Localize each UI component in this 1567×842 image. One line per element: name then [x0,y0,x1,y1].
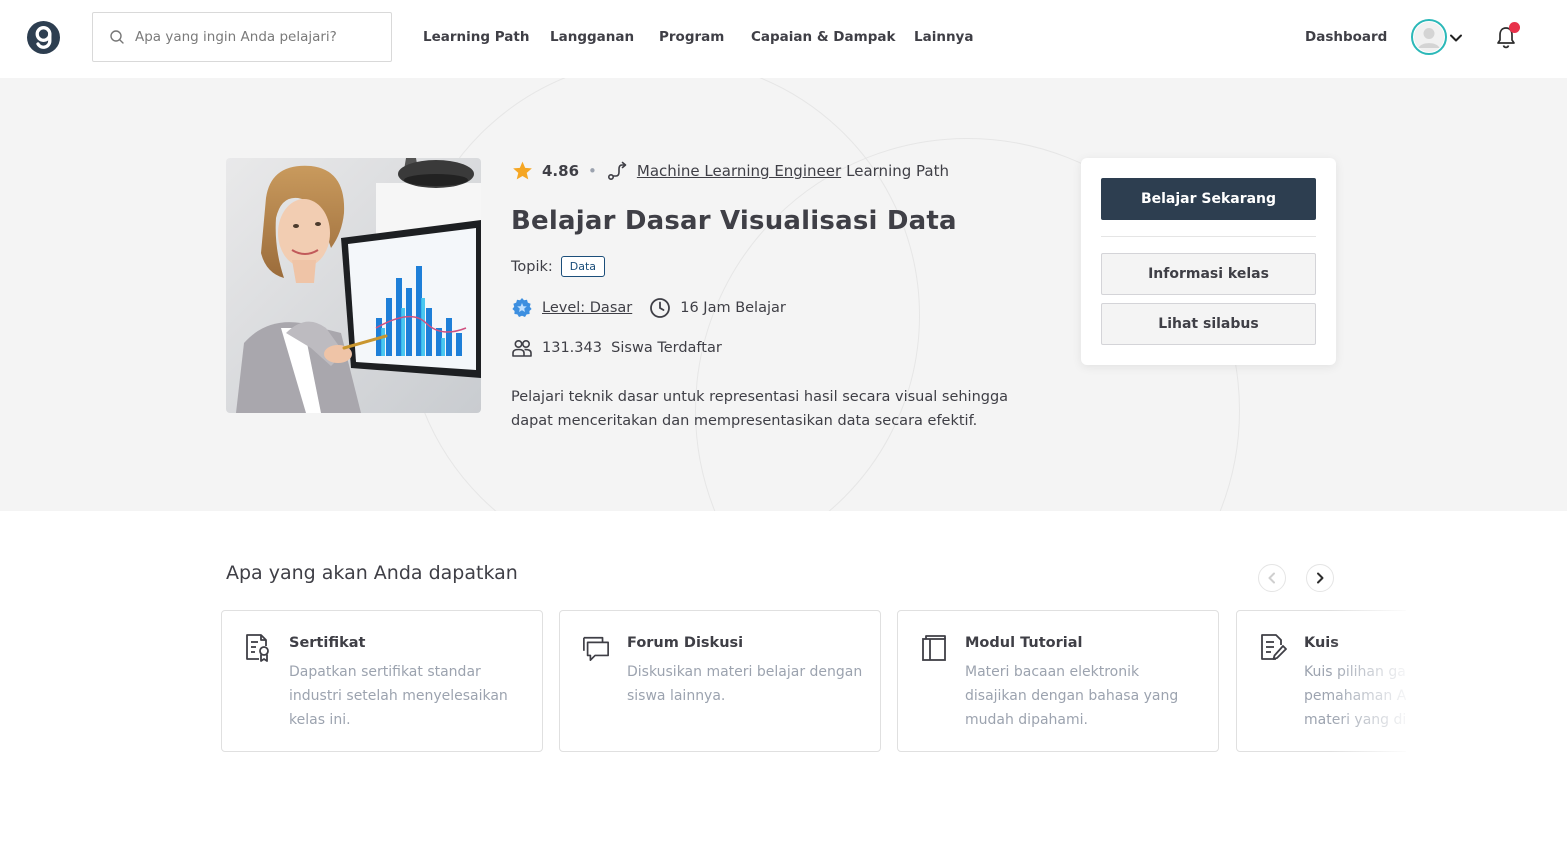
search-box[interactable] [92,12,392,62]
nav-capaian-dampak[interactable]: Capaian & Dampak [751,29,895,45]
top-navbar: Learning Path Langganan Program Capaian … [0,0,1567,78]
clock-icon [650,298,671,318]
benefit-description: Diskusikan materi belajar dengan siswa l… [627,664,863,704]
module-icon [922,635,946,661]
dicoding-logo[interactable] [26,20,61,55]
enroll-card: Belajar Sekarang Informasi kelas Lihat s… [1081,158,1336,365]
users-icon [512,339,532,357]
user-icon [1414,22,1444,52]
chevron-down-icon[interactable] [1448,30,1464,46]
benefits-title: Apa yang akan Anda dapatkan [226,562,518,584]
nav-learning-path[interactable]: Learning Path [423,29,529,45]
search-icon [110,30,124,44]
enroll-now-button[interactable]: Belajar Sekarang [1101,178,1316,220]
learning-path-link[interactable]: Machine Learning Engineer [637,162,841,180]
class-info-button[interactable]: Informasi kelas [1101,253,1316,295]
benefit-title: Modul Tutorial [965,635,1083,651]
chevron-right-icon [1317,572,1324,584]
learning-path-icon [607,161,627,181]
course-hero: 4.86 • Machine Learning Engineer Learnin… [0,78,1567,511]
benefit-description: Kuis pilihan ganda untuk menguji pemaham… [1304,664,1406,728]
benefit-card-quiz: Kuis Kuis pilihan ganda untuk menguji pe… [1236,610,1406,752]
quiz-icon [1261,634,1287,660]
level-badge-icon [512,298,532,317]
course-rating-row: 4.86 • Machine Learning Engineer Learnin… [511,160,949,182]
course-title: Belajar Dasar Visualisasi Data [511,206,957,236]
chevron-left-icon [1268,572,1275,584]
topic-tag[interactable]: Data [560,256,606,277]
avatar[interactable] [1411,19,1447,55]
forum-icon [583,636,609,661]
certificate-icon [246,634,269,662]
search-input[interactable] [135,29,375,45]
syllabus-button[interactable]: Lihat silabus [1101,303,1316,345]
course-illustration [226,158,481,413]
course-description: Pelajari teknik dasar untuk representasi… [511,389,1009,429]
course-meta-row: Level: Dasar 16 Jam Belajar [511,297,786,319]
star-icon [513,161,532,180]
card-divider [1101,236,1316,237]
carousel-prev-button[interactable] [1258,564,1286,592]
topic-label: Topik: [511,258,553,275]
notification-badge [1509,22,1520,33]
students-count: 131.343 Siswa Terdaftar [542,340,722,356]
dashboard-link[interactable]: Dashboard [1305,29,1387,45]
nav-lainnya[interactable]: Lainnya [914,29,973,45]
nav-program[interactable]: Program [659,29,724,45]
nav-langganan[interactable]: Langganan [550,29,634,45]
topic-row: Topik: Data [511,256,606,277]
benefit-card-certificate: Sertifikat Dapatkan sertifikat standar i… [221,610,543,752]
students-row: 131.343 Siswa Terdaftar [511,337,722,359]
benefit-title: Kuis [1304,635,1339,651]
learning-path-suffix: Learning Path [846,162,949,180]
benefit-title: Forum Diskusi [627,635,744,651]
course-image [226,158,481,413]
benefit-title: Sertifikat [289,635,366,651]
benefit-card-module: Modul Tutorial Materi bacaan elektronik … [897,610,1219,752]
duration-text: 16 Jam Belajar [680,300,786,316]
separator-dot: • [588,162,597,180]
benefit-card-forum: Forum Diskusi Diskusikan materi belajar … [559,610,881,752]
benefits-carousel: Sertifikat Dapatkan sertifikat standar i… [221,610,1406,755]
carousel-next-button[interactable] [1306,564,1334,592]
level-link[interactable]: Level: Dasar [542,300,632,316]
benefit-description: Materi bacaan elektronik disajikan denga… [965,664,1179,728]
rating-value: 4.86 [542,162,580,180]
benefit-description: Dapatkan sertifikat standar industri set… [289,664,508,728]
